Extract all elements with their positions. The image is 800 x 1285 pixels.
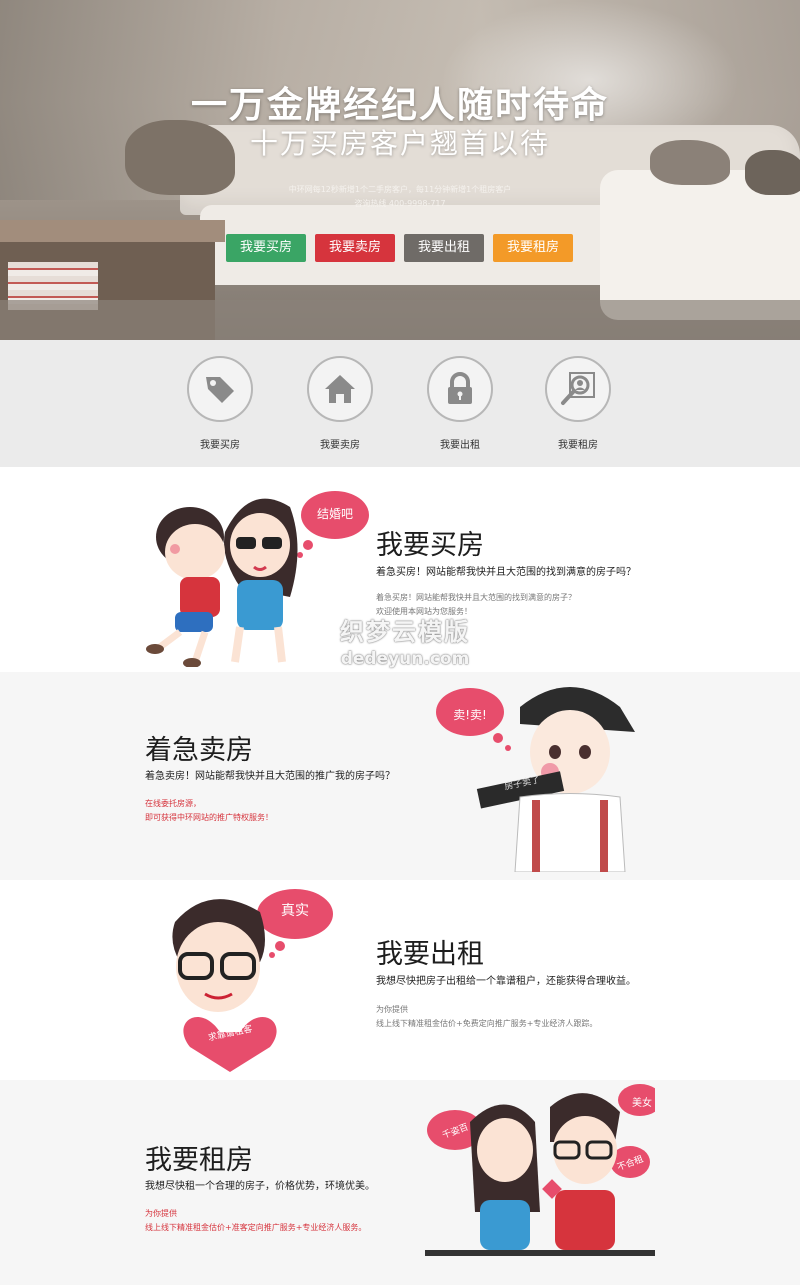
- rent-button[interactable]: 我要租房: [493, 234, 573, 262]
- section-rent-out-lead: 我想尽快把房子出租给一个靠谱租户，还能获得合理收益。: [376, 976, 636, 987]
- renters-illustration: [425, 1082, 662, 1282]
- section-buy-line1: 着急买房！网站能帮我快并且大范围的找到满意的房子？: [376, 593, 576, 602]
- section-rent: 我要租房 我想尽快租一个合理的房子，价格优势，环境优美。 为你提供 线上线下精准…: [0, 1080, 800, 1285]
- bubble-text: 美女: [632, 1098, 652, 1109]
- section-rent-out-line1: 为你提供: [376, 1005, 408, 1014]
- hero-banner: 一万金牌经纪人随时待命 十万买房客户翘首以待 中环网每12秒新增1个二手房客户，…: [0, 0, 800, 340]
- search-person-icon[interactable]: [545, 356, 611, 422]
- hero-buttons: 我要买房 我要卖房 我要出租 我要租房: [226, 234, 573, 262]
- section-rent-out-line2: 线上线下精准租金估价+免费定向推广服务+专业经济人跟踪。: [376, 1019, 598, 1028]
- service-sell-label: 我要卖房: [320, 440, 360, 451]
- service-sell[interactable]: 我要卖房: [280, 356, 400, 451]
- bubble-text: 结婚吧: [316, 507, 353, 521]
- service-buy-label: 我要买房: [200, 440, 240, 451]
- sell-button[interactable]: 我要卖房: [315, 234, 395, 262]
- watermark: 织梦云模版 dedeyun.com: [325, 612, 485, 669]
- section-buy-lead: 着急买房！网站能帮我快并且大范围的找到满意的房子吗？: [376, 567, 636, 578]
- section-sell-title: 着急卖房: [145, 735, 253, 766]
- hero-title: 一万金牌经纪人随时待命: [190, 85, 609, 126]
- section-buy-title: 我要买房: [376, 530, 484, 561]
- hero-hotline: 咨询热线 400-9998-717: [354, 199, 446, 208]
- rent-out-button[interactable]: 我要出租: [404, 234, 484, 262]
- section-rent-out-title: 我要出租: [376, 939, 484, 970]
- buy-button[interactable]: 我要买房: [226, 234, 306, 262]
- section-rent-title: 我要租房: [145, 1145, 253, 1176]
- lock-icon[interactable]: [427, 356, 493, 422]
- service-icon-row: 我要买房 我要卖房 我要出租 我要租房: [0, 340, 800, 467]
- hero-subtitle: 十万买房客户翘首以待: [249, 127, 550, 160]
- seller-boy-illustration: [420, 672, 645, 873]
- bubble-text: 真实: [281, 903, 309, 919]
- section-sell-line1: 在线委托房源，: [145, 799, 201, 808]
- bubble-text: 卖!卖!: [453, 708, 487, 722]
- coffee-table-top: [0, 220, 225, 242]
- section-sell-lead: 着急卖房！网站能帮我快并且大范围的推广我的房子吗？: [145, 771, 395, 782]
- service-rent[interactable]: 我要租房: [518, 356, 638, 451]
- section-rent-out: 真实 求靠谱租客 我要出租 我想尽快把房子出租给一个靠谱租户，还能获得合理收益。…: [0, 880, 800, 1080]
- service-rent-out-label: 我要出租: [440, 440, 480, 451]
- floor: [0, 300, 800, 340]
- section-sell-line2: 即可获得中环网站的推广特权服务！: [145, 813, 273, 822]
- section-sell: 着急卖房 着急卖房！网站能帮我快并且大范围的推广我的房子吗？ 在线委托房源， 即…: [0, 672, 800, 880]
- service-rent-out[interactable]: 我要出租: [400, 356, 520, 451]
- tag-icon[interactable]: [187, 356, 253, 422]
- section-rent-line2: 线上线下精准租金估价+准客定向推广服务+专业经济人服务。: [145, 1223, 367, 1232]
- service-buy[interactable]: 我要买房: [160, 356, 280, 451]
- watermark-line1: 织梦云模版: [340, 618, 470, 646]
- house-icon[interactable]: [307, 356, 373, 422]
- hero-note: 中环网每12秒新增1个二手房客户，每11分钟新增1个租房客户: [288, 185, 512, 194]
- section-rent-line1: 为你提供: [145, 1209, 177, 1218]
- watermark-line2: dedeyun.com: [340, 649, 470, 669]
- section-rent-lead: 我想尽快租一个合理的房子，价格优势，环境优美。: [145, 1181, 375, 1192]
- service-rent-label: 我要租房: [558, 440, 598, 451]
